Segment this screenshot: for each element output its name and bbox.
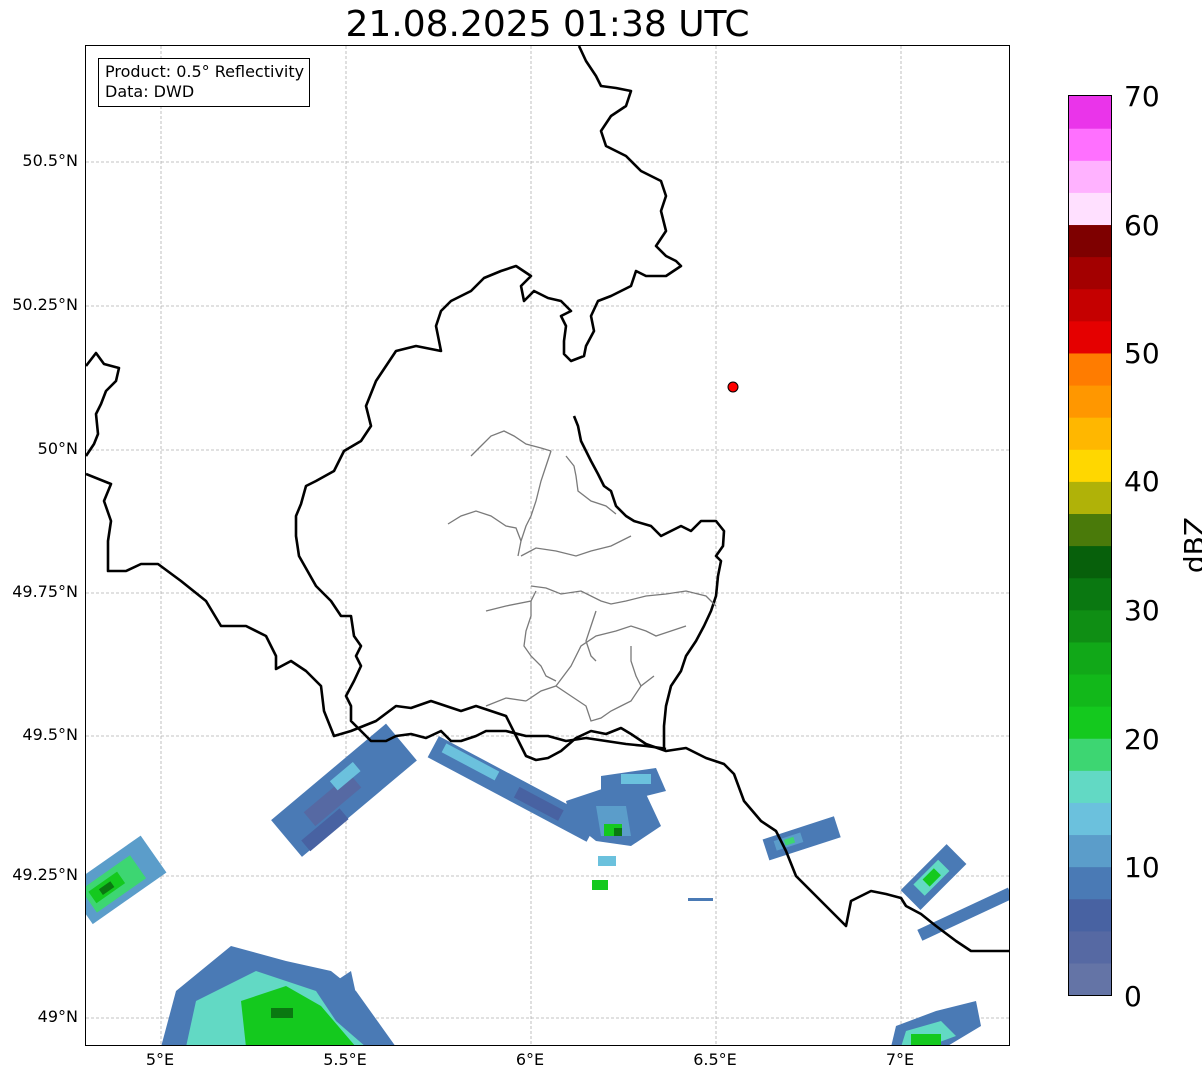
radar-echoes [86,723,1009,1045]
colorbar-swatch [1069,706,1111,739]
map-title: 21.08.2025 01:38 UTC [345,4,750,45]
colorbar-swatch [1069,866,1111,900]
cb-tick-60: 60 [1124,209,1160,242]
lon-label-6.5: 6.5°E [693,1050,737,1069]
colorbar-swatch [1069,224,1111,258]
colorbar-swatch [1069,673,1111,707]
echo-cluster-far-east [900,844,967,910]
colorbar-swatch [1069,417,1111,450]
radar-site-marker [727,381,739,393]
cb-tick-40: 40 [1124,465,1160,498]
colorbar-swatch [1069,384,1111,418]
cb-tick-70: 70 [1124,80,1160,113]
product-info-box: Product: 0.5° Reflectivity Data: DWD [98,58,311,107]
data-source-label: Data: DWD [105,82,195,101]
colorbar-swatch [1069,770,1111,803]
colorbar-swatch [1069,288,1111,322]
colorbar-swatch [1069,962,1111,995]
lon-label-5: 5°E [145,1050,175,1069]
echo-cluster-west [86,835,167,925]
colorbar-swatch [1069,352,1111,386]
colorbar-swatches [1069,96,1111,995]
lat-label-50.5: 50.5°N [22,151,78,170]
map-canvas [86,46,1009,1045]
lat-label-49.5: 49.5°N [22,725,78,744]
map-gridlines [86,46,1009,1045]
echo-cluster-center-west [271,723,417,857]
colorbar-swatch [1069,481,1111,514]
cb-tick-0: 0 [1124,980,1142,1013]
colorbar-swatch [1069,898,1111,932]
colorbar-swatch [1069,192,1111,226]
colorbar-swatch [1069,577,1111,611]
echo-cluster-southwest [161,946,395,1045]
echo-band-center [427,736,598,842]
colorbar-swatch [1069,738,1111,771]
cb-tick-50: 50 [1124,337,1160,370]
colorbar-swatch [1069,545,1111,579]
echo-small-line [688,898,713,901]
product-label: Product: 0.5° Reflectivity [105,62,305,81]
lat-label-49: 49°N [37,1007,78,1026]
cb-tick-10: 10 [1124,851,1160,884]
lat-label-49.75: 49.75°N [12,582,78,601]
lon-label-6: 6°E [515,1050,545,1069]
colorbar-swatch [1069,96,1111,129]
cb-tick-30: 30 [1124,594,1160,627]
colorbar-swatch [1069,609,1111,643]
colorbar-title: dBZ [1178,516,1202,574]
colorbar-swatch [1069,320,1111,354]
colorbar-swatch [1069,128,1111,161]
colorbar-swatch [1069,802,1111,836]
colorbar-swatch [1069,449,1111,482]
cb-tick-20: 20 [1124,723,1160,756]
echo-cluster-central [566,768,666,890]
colorbar-swatch [1069,930,1111,964]
colorbar-swatch [1069,834,1111,868]
dbz-colorbar [1068,95,1112,996]
echo-cluster-southeast [891,1001,981,1045]
radar-map[interactable]: Product: 0.5° Reflectivity Data: DWD [85,45,1010,1046]
echo-cluster-east [762,816,841,861]
colorbar-swatch [1069,513,1111,547]
lon-label-7: 7°E [885,1050,915,1069]
colorbar-swatch [1069,160,1111,193]
colorbar-swatch [1069,256,1111,290]
colorbar-swatch [1069,641,1111,675]
lat-label-50.25: 50.25°N [12,295,78,314]
lon-label-5.5: 5.5°E [323,1050,367,1069]
lat-label-49.25: 49.25°N [12,865,78,884]
lat-label-50: 50°N [37,439,78,458]
